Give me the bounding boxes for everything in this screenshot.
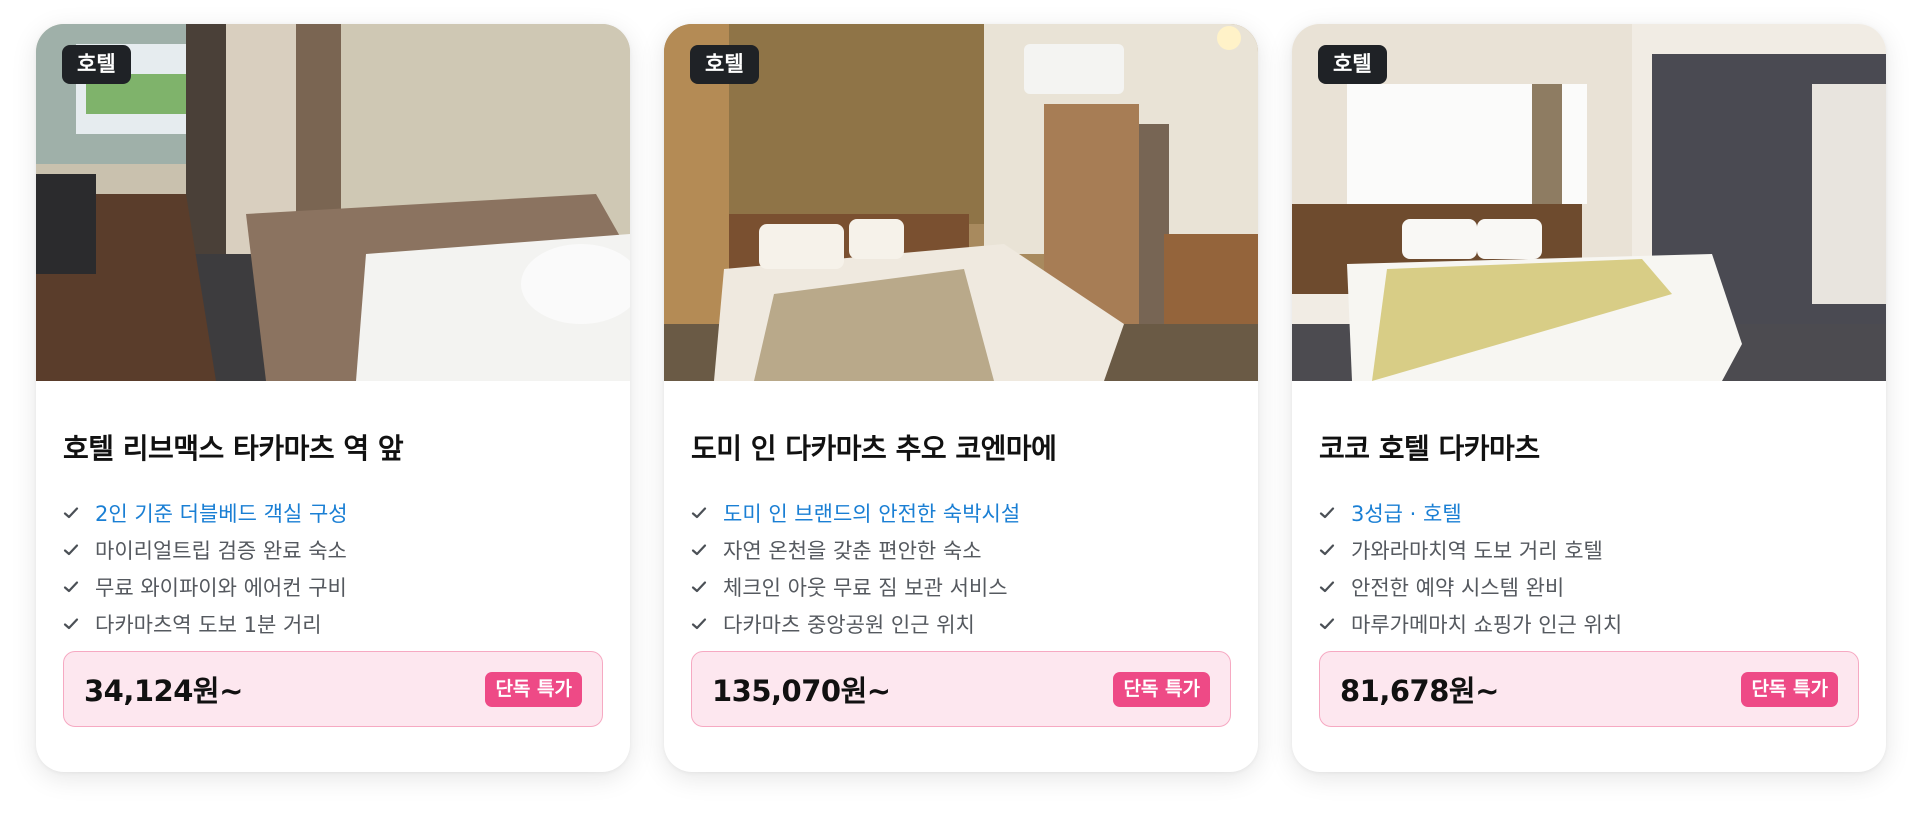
feature-list: 도미 인 브랜드의 안전한 숙박시설 자연 온천을 갖춘 편안한 숙소 체크인 … <box>691 494 1020 642</box>
check-icon <box>63 617 79 629</box>
feature-text: 3성급 · 호텔 <box>1351 501 1462 526</box>
feature-item: 무료 와이파이와 에어컨 구비 <box>63 568 348 605</box>
check-icon <box>63 543 79 555</box>
feature-text: 가와라마치역 도보 거리 호텔 <box>1351 538 1603 563</box>
hotel-name[interactable]: 호텔 리브맥스 타카마츠 역 앞 <box>63 427 404 467</box>
feature-item: 체크인 아웃 무료 짐 보관 서비스 <box>691 568 1020 605</box>
feature-list: 3성급 · 호텔 가와라마치역 도보 거리 호텔 안전한 예약 시스템 완비 마… <box>1319 494 1622 642</box>
hotel-card[interactable]: 호텔 코코 호텔 다카마츠 3성급 · 호텔 가와라마치역 도보 거리 호텔 안… <box>1292 24 1886 772</box>
check-icon <box>1319 580 1335 592</box>
feature-text: 안전한 예약 시스템 완비 <box>1351 575 1565 600</box>
price-box[interactable]: 34,124원~ 단독 특가 <box>63 651 603 727</box>
feature-item: 가와라마치역 도보 거리 호텔 <box>1319 531 1622 568</box>
price-box[interactable]: 135,070원~ 단독 특가 <box>691 651 1231 727</box>
hotel-photo[interactable]: 호텔 <box>1292 24 1886 381</box>
check-icon <box>691 506 707 518</box>
feature-text: 자연 온천을 갖춘 편안한 숙소 <box>723 538 982 563</box>
feature-text: 마이리얼트립 검증 완료 숙소 <box>95 538 347 563</box>
feature-text: 다카마츠 중앙공원 인근 위치 <box>723 612 975 637</box>
deal-badge: 단독 특가 <box>1741 671 1838 707</box>
category-badge: 호텔 <box>690 45 759 84</box>
hotel-photo[interactable]: 호텔 <box>36 24 630 381</box>
hotel-name[interactable]: 코코 호텔 다카마츠 <box>1319 427 1540 467</box>
feature-text: 무료 와이파이와 에어컨 구비 <box>95 575 347 600</box>
price-box[interactable]: 81,678원~ 단독 특가 <box>1319 651 1859 727</box>
hotel-card[interactable]: 호텔 도미 인 다카마츠 추오 코엔마에 도미 인 브랜드의 안전한 숙박시설 … <box>664 24 1258 772</box>
feature-item: 안전한 예약 시스템 완비 <box>1319 568 1622 605</box>
feature-item: 2인 기준 더블베드 객실 구성 <box>63 494 348 531</box>
check-icon <box>1319 617 1335 629</box>
hotel-name[interactable]: 도미 인 다카마츠 추오 코엔마에 <box>691 427 1057 467</box>
feature-item: 다카마츠 중앙공원 인근 위치 <box>691 605 1020 642</box>
hotel-card[interactable]: 호텔 호텔 리브맥스 타카마츠 역 앞 2인 기준 더블베드 객실 구성 마이리… <box>36 24 630 772</box>
check-icon <box>691 543 707 555</box>
price-text: 135,070원~ <box>712 674 891 708</box>
deal-badge: 단독 특가 <box>1113 671 1210 707</box>
price-text: 34,124원~ <box>84 674 243 708</box>
feature-text: 다카마츠역 도보 1분 거리 <box>95 612 322 637</box>
check-icon <box>63 506 79 518</box>
feature-text: 2인 기준 더블베드 객실 구성 <box>95 501 348 526</box>
price-text: 81,678원~ <box>1340 674 1499 708</box>
category-badge: 호텔 <box>1318 45 1387 84</box>
feature-item: 자연 온천을 갖춘 편안한 숙소 <box>691 531 1020 568</box>
check-icon <box>691 617 707 629</box>
feature-item: 3성급 · 호텔 <box>1319 494 1622 531</box>
check-icon <box>1319 543 1335 555</box>
feature-item: 다카마츠역 도보 1분 거리 <box>63 605 348 642</box>
feature-text: 도미 인 브랜드의 안전한 숙박시설 <box>723 501 1021 526</box>
feature-item: 마이리얼트립 검증 완료 숙소 <box>63 531 348 568</box>
hotel-card-list: 호텔 호텔 리브맥스 타카마츠 역 앞 2인 기준 더블베드 객실 구성 마이리… <box>36 24 1886 772</box>
hotel-photo[interactable]: 호텔 <box>664 24 1258 381</box>
check-icon <box>1319 506 1335 518</box>
feature-text: 마루가메마치 쇼핑가 인근 위치 <box>1351 612 1623 637</box>
feature-text: 체크인 아웃 무료 짐 보관 서비스 <box>723 575 1008 600</box>
check-icon <box>63 580 79 592</box>
feature-list: 2인 기준 더블베드 객실 구성 마이리얼트립 검증 완료 숙소 무료 와이파이… <box>63 494 348 642</box>
feature-item: 마루가메마치 쇼핑가 인근 위치 <box>1319 605 1622 642</box>
feature-item: 도미 인 브랜드의 안전한 숙박시설 <box>691 494 1020 531</box>
category-badge: 호텔 <box>62 45 131 84</box>
check-icon <box>691 580 707 592</box>
deal-badge: 단독 특가 <box>485 671 582 707</box>
